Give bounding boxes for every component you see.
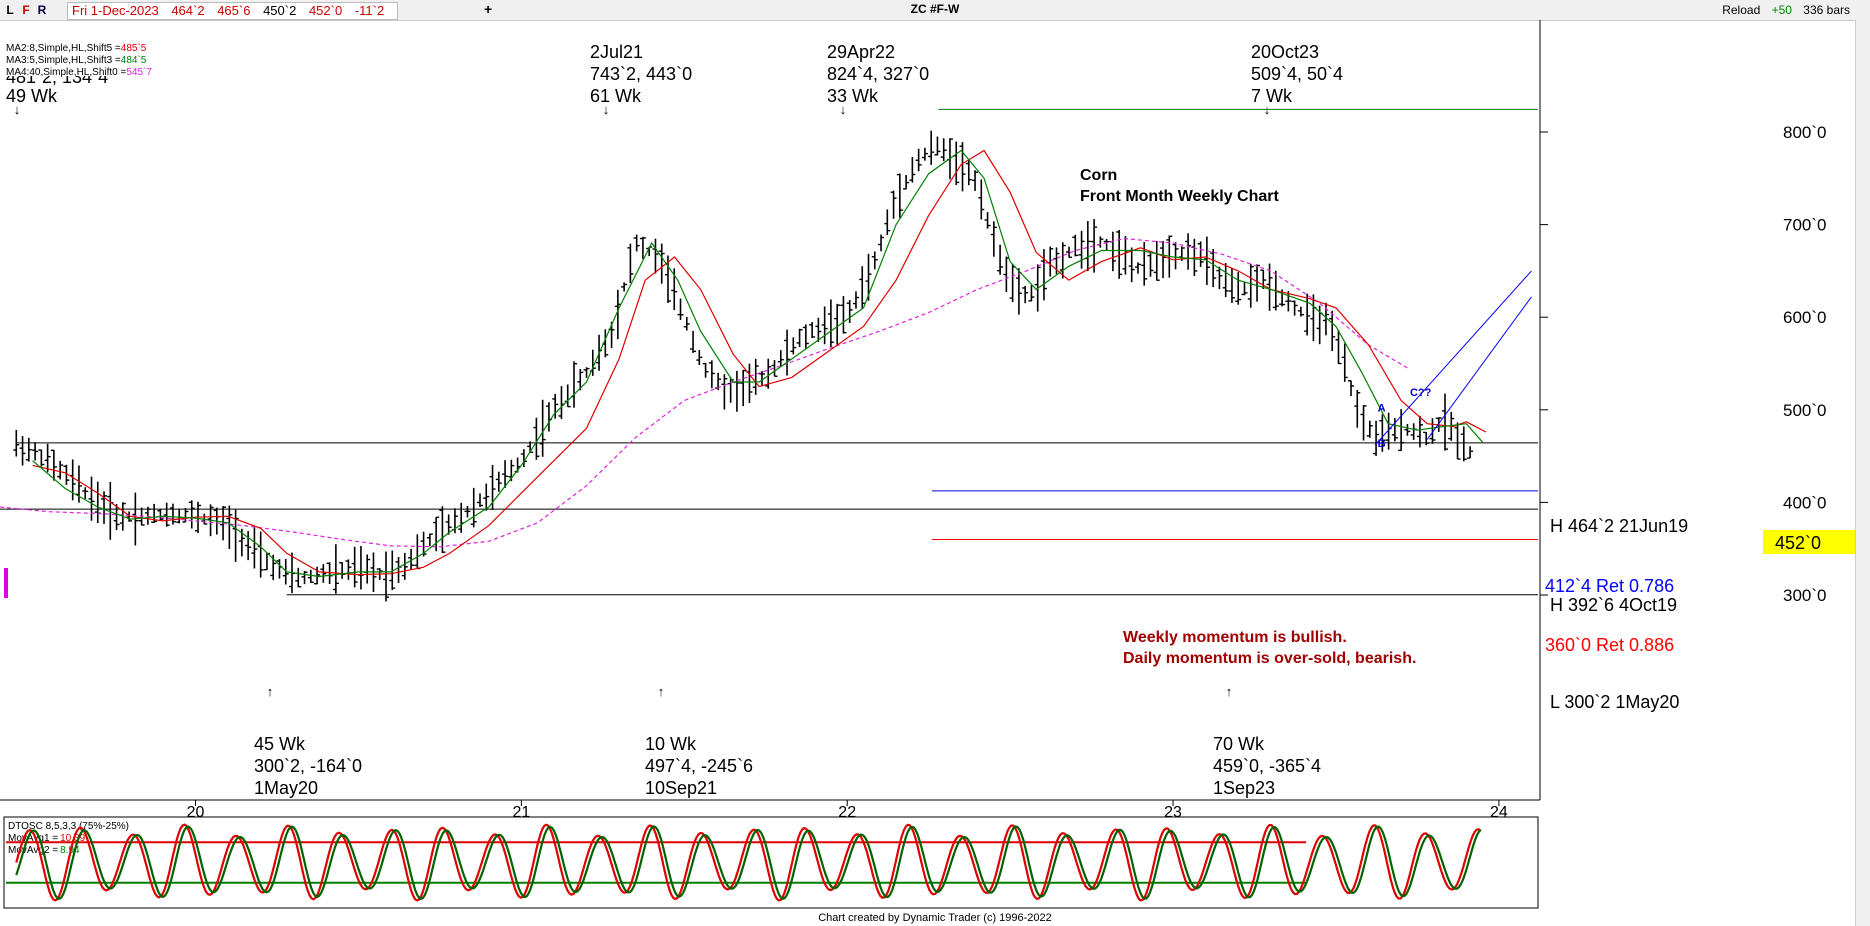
svg-text:1May20: 1May20 — [254, 778, 318, 798]
y-axis-tick-label: 800`0 — [1783, 123, 1826, 142]
chart-subtitle: Front Month Weekly Chart — [1080, 188, 1279, 205]
svg-text:2Jul21: 2Jul21 — [590, 42, 643, 62]
abc-label: C?? — [1410, 387, 1432, 399]
ma8-legend: MA2:8,Simple,HL,Shift5 =485`5 — [6, 42, 147, 54]
bar-count: 336 bars — [1803, 3, 1850, 17]
chart-window: L F R Fri 1-Dec-2023 464`2 465`6 450`2 4… — [0, 0, 1870, 926]
svg-text:↑: ↑ — [1226, 684, 1233, 699]
trough-annotation-2021: ↑ 10 Wk 497`4, -245`6 10Sep21 — [645, 684, 753, 798]
peak-annotation-2023: 20Oct23 509`4, 50`4 7 Wk ↓ — [1251, 42, 1343, 117]
weekly-momentum-note: Weekly momentum is bullish. — [1123, 629, 1347, 646]
price-chart-svg: MA2:8,Simple,HL,Shift5 =485`5 MA3:5,Simp… — [0, 20, 1856, 909]
svg-text:↓: ↓ — [603, 102, 610, 117]
y-axis-tick-label: 400`0 — [1783, 493, 1826, 512]
trough-annotation-2020: ↑ 45 Wk 300`2, -164`0 1May20 — [254, 684, 362, 798]
y-axis-tick-label: 300`0 — [1783, 586, 1826, 605]
daily-momentum-note: Daily momentum is over-sold, bearish. — [1123, 650, 1416, 667]
peak-annotation-2021: 2Jul21 743`2, 443`0 61 Wk ↓ — [590, 42, 692, 117]
svg-text:↑: ↑ — [658, 684, 665, 699]
svg-text:33 Wk: 33 Wk — [827, 86, 879, 106]
svg-text:61 Wk: 61 Wk — [590, 86, 642, 106]
reload-button[interactable]: Reload — [1722, 3, 1760, 17]
ma40-line — [0, 237, 1409, 548]
svg-text:459`0, -365`4: 459`0, -365`4 — [1213, 756, 1321, 776]
ma8-line — [32, 149, 1487, 576]
oscillator-label: DTOSC 8,5,3,3 (75%-25%) — [8, 821, 129, 832]
peak-annotation-2019: 49 Wk ↓ — [6, 86, 58, 117]
abc-label: B — [1378, 438, 1386, 450]
reload-area: Reload +50 336 bars — [1714, 3, 1850, 17]
level-label-ret886: 360`0 Ret 0.886 — [1545, 635, 1674, 655]
x-axis-label: 23 — [1164, 804, 1182, 821]
peak-annotation-2022: 29Apr22 824`4, 327`0 33 Wk ↓ — [827, 42, 929, 117]
svg-text:10Sep21: 10Sep21 — [645, 778, 717, 798]
chart-commodity-label: Corn — [1080, 167, 1117, 184]
svg-text:↓: ↓ — [840, 102, 847, 117]
svg-text:824`4, 327`0: 824`4, 327`0 — [827, 64, 929, 84]
y-axis-tick-label: 700`0 — [1783, 216, 1826, 235]
svg-text:20Oct23: 20Oct23 — [1251, 42, 1319, 62]
x-axis-label: 22 — [838, 804, 856, 821]
level-label-h464: H 464`2 21Jun19 — [1550, 516, 1688, 536]
svg-text:509`4, 50`4: 509`4, 50`4 — [1251, 64, 1343, 84]
svg-text:497`4, -245`6: 497`4, -245`6 — [645, 756, 753, 776]
svg-text:7 Wk: 7 Wk — [1251, 86, 1293, 106]
ma5-legend: MA3:5,Simple,HL,Shift3 =484`5 — [6, 54, 147, 66]
svg-text:↓: ↓ — [14, 102, 21, 117]
y-axis-tick-label: 500`0 — [1783, 401, 1826, 420]
level-label-h392: H 392`6 4Oct19 — [1550, 595, 1677, 615]
svg-text:1Sep23: 1Sep23 — [1213, 778, 1275, 798]
trough-annotation-2023: ↑ 70 Wk 459`0, -365`4 1Sep23 — [1213, 684, 1321, 798]
svg-text:45 Wk: 45 Wk — [254, 734, 306, 754]
abc-label: A — [1378, 403, 1386, 415]
svg-text:300`2, -164`0: 300`2, -164`0 — [254, 756, 362, 776]
level-label-l300: L 300`2 1May20 — [1550, 692, 1679, 712]
chart-credit: Chart created by Dynamic Trader (c) 1996… — [818, 912, 1052, 924]
svg-text:10 Wk: 10 Wk — [645, 734, 697, 754]
x-axis-label: 24 — [1490, 804, 1508, 821]
current-price-text: 452`0 — [1775, 533, 1821, 553]
chart-symbol-title: ZC #F-W — [910, 2, 960, 16]
channel-line — [1426, 296, 1532, 440]
x-axis-label: 21 — [512, 804, 530, 821]
vertical-scrollbar[interactable] — [1855, 20, 1870, 926]
y-axis-tick-label: 600`0 — [1783, 308, 1826, 327]
x-axis-label: 20 — [187, 804, 205, 821]
reload-count: +50 — [1771, 3, 1792, 17]
chart-title-bar: L F R Fri 1-Dec-2023 464`2 465`6 450`2 4… — [0, 0, 1870, 21]
svg-text:743`2, 443`0: 743`2, 443`0 — [590, 64, 692, 84]
ma5-line — [32, 149, 1484, 578]
svg-text:29Apr22: 29Apr22 — [827, 42, 895, 62]
left-edge-marker — [4, 568, 8, 598]
svg-text:70 Wk: 70 Wk — [1213, 734, 1265, 754]
svg-text:↑: ↑ — [267, 684, 274, 699]
level-label-ret786: 412`4 Ret 0.786 — [1545, 576, 1674, 596]
